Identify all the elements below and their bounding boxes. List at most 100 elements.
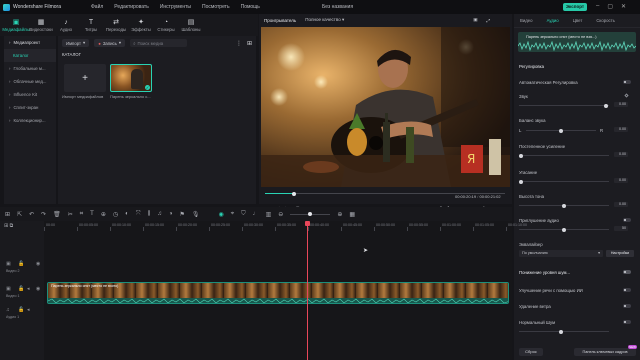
crop-icon[interactable]: ⌗ xyxy=(80,211,83,218)
lock-icon[interactable]: 🔓 xyxy=(18,261,24,267)
eye-icon[interactable]: ◉ xyxy=(36,286,40,292)
wind-removal-toggle[interactable] xyxy=(623,304,631,308)
color-icon[interactable]: ◐ xyxy=(125,211,129,217)
timeline-zoom-slider[interactable] xyxy=(290,212,331,216)
reset-button[interactable]: Сброс xyxy=(519,348,543,356)
lock-icon[interactable]: 🔓 xyxy=(18,286,24,292)
balance-value[interactable]: 0.00 xyxy=(614,127,628,132)
fadeout-slider[interactable] xyxy=(519,179,609,184)
keyframe-diamond-icon[interactable] xyxy=(624,93,629,98)
equalizer-select[interactable]: По умолчанию ▾ xyxy=(519,250,603,257)
tab-color[interactable]: Цвет xyxy=(573,18,583,23)
text-tool-icon[interactable]: T xyxy=(90,211,94,217)
lock-icon[interactable]: 🔓 xyxy=(18,307,24,313)
menu-edit[interactable]: Редактировать xyxy=(114,4,149,10)
split-screen-icon[interactable]: ▥ xyxy=(266,211,272,218)
layout-icon[interactable]: ⊞ xyxy=(5,211,10,218)
minimize-icon[interactable]: – xyxy=(596,3,599,10)
tab-audio-props[interactable]: Аудио xyxy=(547,18,559,23)
shield-icon[interactable]: ⛉ xyxy=(241,211,246,218)
tab-audio[interactable]: ♪ Аудио xyxy=(55,14,77,36)
fadeout-value[interactable]: 0.00 xyxy=(614,178,628,183)
speed-icon[interactable]: ◷ xyxy=(113,211,118,218)
clip-thumbnail[interactable]: ✓ xyxy=(110,64,152,92)
mask-icon[interactable]: ◑ xyxy=(169,211,173,217)
section-noise-reduction[interactable]: Понижение уровня шум... xyxy=(519,270,570,275)
fullscreen-icon[interactable]: ⤢ xyxy=(487,18,491,23)
filter-icon[interactable]: ⋮ xyxy=(236,40,242,47)
delete-icon[interactable]: 🗑 xyxy=(53,211,61,218)
zoom-slider-knob[interactable] xyxy=(308,212,313,216)
mute-icon[interactable]: ◂ xyxy=(27,307,30,313)
normal-noise-toggle[interactable] xyxy=(623,320,631,324)
close-icon[interactable]: ✕ xyxy=(621,3,626,10)
zoom-tool-icon[interactable]: ⊕ xyxy=(101,211,106,218)
auto-adjust-toggle[interactable] xyxy=(623,80,631,84)
ducking-slider-knob[interactable] xyxy=(562,227,566,232)
tab-player[interactable]: Проигрыватель xyxy=(264,18,296,23)
record-voice-icon[interactable]: 🎙 xyxy=(192,211,200,218)
undo-icon[interactable]: ↶ xyxy=(29,211,34,218)
tab-transitions[interactable]: ⇄ Переходы xyxy=(105,14,127,36)
split-icon[interactable]: ⫼ xyxy=(148,211,151,218)
tab-effects[interactable]: ✦ Эффекты xyxy=(130,14,152,36)
import-button[interactable]: Импорт ▾ xyxy=(62,39,90,47)
sidebar-item-collections[interactable]: › Коллекционир... xyxy=(4,114,56,127)
export-button[interactable]: Экспорт xyxy=(563,3,587,11)
zoom-in-icon[interactable]: ⊕ xyxy=(337,211,342,218)
snap-icon[interactable]: ⌖ xyxy=(231,211,234,218)
sidebar-item-influence-kit[interactable]: › Influence Kit xyxy=(4,88,56,101)
tab-templates[interactable]: ▤ Шаблоны xyxy=(180,14,202,36)
import-media-tile[interactable]: + xyxy=(64,64,106,92)
menu-file[interactable]: Файл xyxy=(91,4,103,10)
normal-noise-slider-knob[interactable] xyxy=(559,329,563,334)
record-button[interactable]: ● Запись ▾ xyxy=(94,39,126,47)
cut-icon[interactable]: ✂ xyxy=(68,211,73,218)
menu-tools[interactable]: Инструменты xyxy=(160,4,191,10)
fadein-slider[interactable] xyxy=(519,153,609,158)
pitch-slider-knob[interactable] xyxy=(562,203,566,208)
tab-speed[interactable]: Скорость xyxy=(596,18,615,23)
eye-icon[interactable]: ◉ xyxy=(36,261,40,267)
audio-tool-icon[interactable]: ♫ xyxy=(157,211,162,217)
sidebar-item-catalog[interactable]: Каталог xyxy=(4,49,56,62)
playhead[interactable] xyxy=(305,221,310,360)
mark-icon[interactable]: ⚑ xyxy=(179,211,184,218)
fadein-slider-knob[interactable] xyxy=(519,153,523,158)
sidebar-item-project-media[interactable]: › Медиапроект xyxy=(4,36,56,49)
equalizer-settings-button[interactable]: Настройки xyxy=(606,250,634,257)
ducking-slider[interactable] xyxy=(519,227,609,232)
ai-voice-toggle[interactable] xyxy=(623,288,631,292)
sidebar-item-cloud-media[interactable]: › Облачные мед... xyxy=(4,75,56,88)
more-icon[interactable]: ⊞ xyxy=(247,40,252,47)
sound-value[interactable]: 0.00 xyxy=(614,102,628,107)
sound-slider[interactable] xyxy=(519,103,609,108)
tab-media[interactable]: ▣ Медиафайлы xyxy=(2,14,29,36)
ai-tool-icon[interactable]: ◉ xyxy=(218,211,223,218)
fit-timeline-icon[interactable]: ▦ xyxy=(349,211,355,218)
select-icon[interactable]: ⇱ xyxy=(17,211,22,218)
tab-titles[interactable]: T Титры xyxy=(80,14,102,36)
ducking-value[interactable]: 50 xyxy=(614,226,628,231)
search-input[interactable]: ⌕ Поиск медиа xyxy=(130,39,187,47)
tab-video[interactable]: Видео xyxy=(520,18,533,23)
normal-noise-slider[interactable] xyxy=(519,329,609,334)
noise-reduction-toggle[interactable] xyxy=(623,270,631,274)
timeline-video-clip[interactable]: Парень зеркально снят (место не взято) xyxy=(47,282,509,304)
fadeout-slider-knob[interactable] xyxy=(519,179,523,184)
sound-slider-knob[interactable] xyxy=(604,103,608,108)
balance-slider[interactable] xyxy=(526,128,596,133)
section-adjust[interactable]: Регулировка xyxy=(519,64,544,69)
pitch-value[interactable]: 0.00 xyxy=(614,202,628,207)
mute-icon[interactable]: ◂ xyxy=(27,286,30,292)
sidebar-item-split-screen[interactable]: › Сплит-экран xyxy=(4,101,56,114)
fadein-value[interactable]: 0.00 xyxy=(614,152,628,157)
tab-stickers[interactable]: ◔ Стикеры xyxy=(155,14,177,36)
pitch-slider[interactable] xyxy=(519,203,609,208)
redo-icon[interactable]: ↷ xyxy=(41,211,46,218)
menu-view[interactable]: Посмотреть xyxy=(202,4,230,10)
balance-slider-knob[interactable] xyxy=(559,128,563,133)
maximize-icon[interactable]: ▢ xyxy=(607,3,613,10)
snapshot-icon[interactable]: ▣ xyxy=(473,17,477,23)
menu-help[interactable]: Помощь xyxy=(241,4,260,10)
